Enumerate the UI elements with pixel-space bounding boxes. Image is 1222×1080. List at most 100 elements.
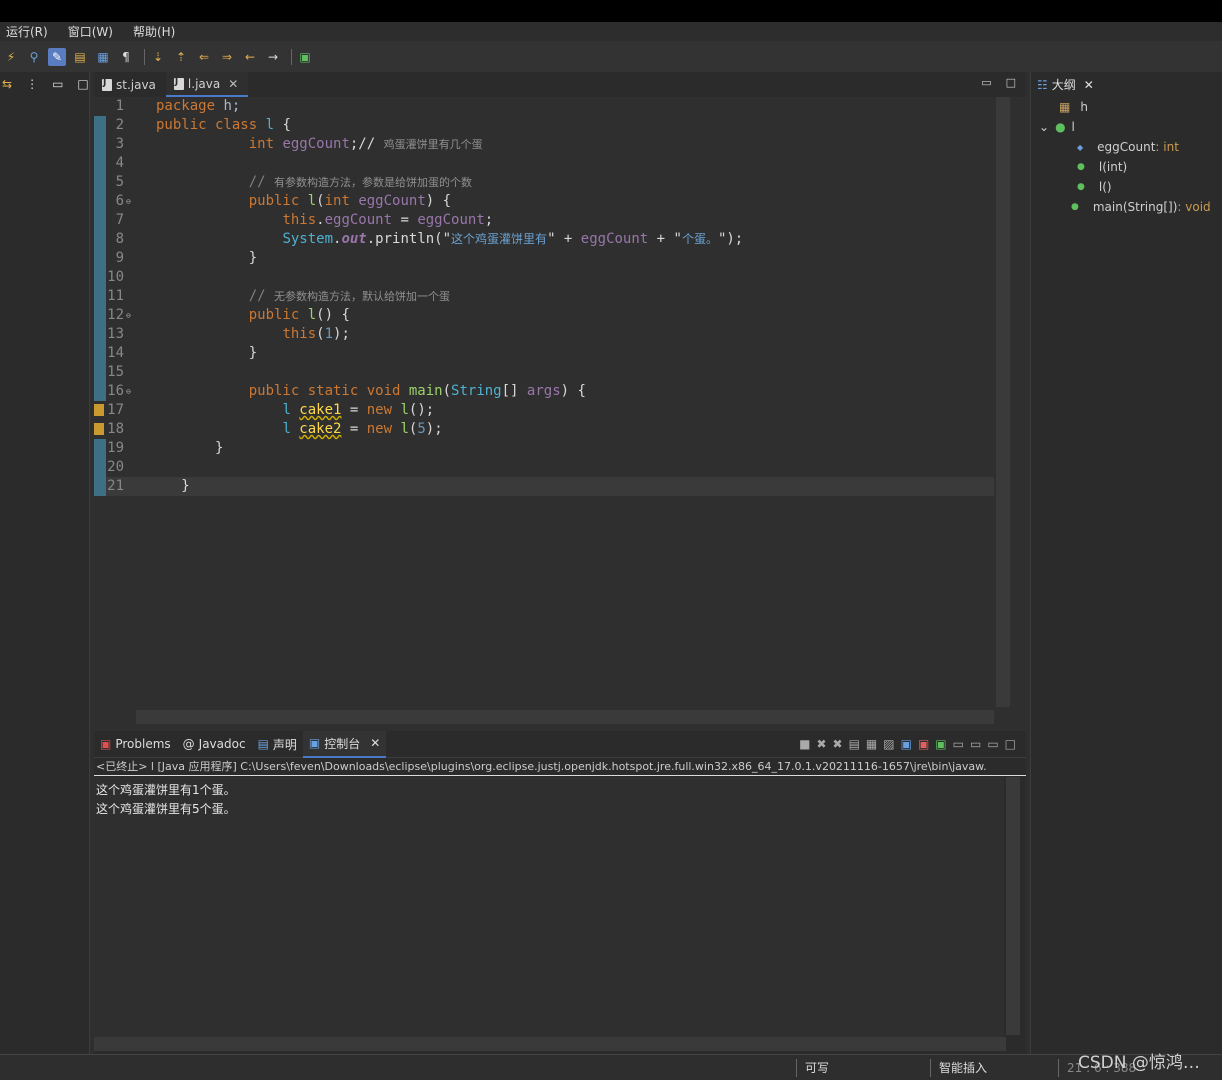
- outline-item-type: : int: [1155, 140, 1179, 154]
- last-edit-icon[interactable]: ⇐: [195, 48, 213, 66]
- code-token: new: [366, 402, 401, 418]
- code-line: 7 this.eggCount = eggCount;: [94, 211, 994, 230]
- outline-class[interactable]: ⌄ ● l: [1031, 117, 1222, 137]
- show-on-output-icon[interactable]: ▣: [901, 737, 912, 751]
- outline-package[interactable]: ▦ h: [1031, 97, 1222, 117]
- prev-annotation-icon[interactable]: ⇡: [172, 48, 190, 66]
- sync-icon[interactable]: ⇆: [2, 77, 12, 91]
- clear-console-icon[interactable]: ▨: [883, 737, 894, 751]
- vertical-scrollbar[interactable]: [1006, 777, 1020, 1035]
- code-text: package h;: [136, 97, 240, 116]
- tab-javadoc[interactable]: @ Javadoc: [177, 731, 252, 758]
- fold-gutter: [126, 135, 136, 154]
- outline-item[interactable]: ● main(String[]) : void: [1031, 197, 1222, 217]
- forward-icon[interactable]: →: [264, 48, 282, 66]
- code-text: System.out.println("这个鸡蛋灌饼里有" + eggCount…: [136, 230, 743, 249]
- pin-console-icon[interactable]: ▣: [935, 737, 946, 751]
- horizontal-scrollbar[interactable]: [136, 710, 994, 724]
- code-token: l: [400, 402, 409, 418]
- change-marker: [94, 135, 106, 154]
- close-icon[interactable]: ✕: [1084, 78, 1094, 92]
- word-wrap-icon[interactable]: ▦: [866, 737, 877, 751]
- outline-item[interactable]: ● l(): [1031, 177, 1222, 197]
- line-number: 18: [94, 420, 126, 439]
- line-number-text: 10: [107, 269, 124, 285]
- change-marker: [94, 230, 106, 249]
- outline-class-label: l: [1071, 120, 1075, 134]
- line-number-text: 12: [107, 307, 124, 323]
- code-line: 14 }: [94, 344, 994, 363]
- line-number-text: 15: [107, 364, 124, 380]
- tool-icon[interactable]: ⚡: [2, 48, 20, 66]
- remove-launch-icon[interactable]: ✖: [816, 737, 826, 751]
- tab-console[interactable]: ▣ 控制台 ✕: [302, 730, 387, 758]
- outline-item[interactable]: ● l(int): [1031, 157, 1222, 177]
- code-token: 无参数构造方法，默认给饼加一个蛋: [274, 290, 451, 303]
- code-token: eggCount: [324, 212, 393, 228]
- forward-edit-icon[interactable]: ⇒: [218, 48, 236, 66]
- fold-icon[interactable]: ⊖: [126, 192, 136, 211]
- console-process-path: <已终止> l [Java 应用程序] C:\Users\feven\Downl…: [94, 758, 1026, 776]
- code-token: ");: [717, 231, 744, 247]
- line-number: 12: [94, 306, 126, 325]
- code-area[interactable]: 1 package h; 2 public class l {3 int eggCou…: [94, 97, 994, 707]
- open-type-icon[interactable]: ⚲: [25, 48, 43, 66]
- code-token: }: [156, 250, 258, 266]
- code-editor: st.java l.java ✕ ▭ □ 1 package h; 2 public …: [94, 72, 1026, 727]
- outline-item-label: l(): [1098, 180, 1112, 194]
- scroll-lock-icon[interactable]: ▤: [849, 737, 860, 751]
- line-number-text: 20: [107, 459, 124, 475]
- vertical-scrollbar[interactable]: [996, 97, 1010, 707]
- code-token: =: [341, 421, 367, 437]
- minimize-icon[interactable]: ▭: [987, 737, 998, 751]
- next-annotation-icon[interactable]: ⇣: [149, 48, 167, 66]
- code-line: 9 }: [94, 249, 994, 268]
- highlight-icon[interactable]: ✎: [48, 47, 66, 66]
- minimize-icon[interactable]: ▭: [52, 77, 63, 91]
- show-whitespace-icon[interactable]: ▦: [94, 48, 112, 66]
- code-token: ) {: [425, 193, 452, 209]
- tab-st-java[interactable]: st.java: [94, 72, 166, 97]
- tab-label: l.java: [187, 76, 221, 91]
- outline-item[interactable]: ◆ eggCount : int: [1031, 137, 1222, 157]
- code-token: ;: [484, 212, 494, 228]
- menu-run[interactable]: 运行(R): [6, 23, 48, 40]
- remove-all-icon[interactable]: ✖: [833, 737, 843, 751]
- code-token: String: [451, 383, 502, 399]
- maximize-icon[interactable]: □: [1005, 737, 1016, 751]
- tab-declaration[interactable]: ▤ 声明: [252, 731, 303, 758]
- fold-icon[interactable]: ⊖: [126, 306, 136, 325]
- close-icon[interactable]: ✕: [228, 77, 238, 91]
- close-icon[interactable]: ✕: [370, 736, 380, 750]
- line-number-text: 2: [115, 117, 124, 133]
- package-icon: ▦: [1059, 100, 1071, 114]
- show-on-error-icon[interactable]: ▣: [918, 737, 929, 751]
- fold-icon[interactable]: ⊖: [126, 382, 136, 401]
- console-output[interactable]: 这个鸡蛋灌饼里有1个蛋。 这个鸡蛋灌饼里有5个蛋。: [94, 777, 1004, 1037]
- block-select-icon[interactable]: ▤: [71, 48, 89, 66]
- maximize-icon[interactable]: □: [1006, 76, 1016, 89]
- new-window-icon[interactable]: ▣: [296, 48, 314, 66]
- paragraph-icon[interactable]: ¶: [117, 48, 135, 66]
- maximize-icon[interactable]: □: [77, 77, 88, 91]
- open-console-icon[interactable]: ▭: [970, 737, 981, 751]
- minimize-icon[interactable]: ▭: [981, 76, 991, 89]
- back-icon[interactable]: ←: [241, 48, 259, 66]
- line-number: 15: [94, 363, 126, 382]
- code-token: int: [324, 193, 359, 209]
- chevron-down-icon[interactable]: ⌄: [1039, 120, 1049, 134]
- code-line: 2 public class l {: [94, 116, 994, 135]
- tab-l-java[interactable]: l.java ✕: [165, 72, 249, 97]
- display-console-icon[interactable]: ▭: [953, 737, 964, 751]
- tab-problems[interactable]: ▣ Problems: [94, 731, 177, 758]
- horizontal-scrollbar[interactable]: [94, 1037, 1006, 1051]
- terminate-icon[interactable]: ■: [799, 737, 810, 751]
- menu-help[interactable]: 帮助(H): [133, 23, 175, 40]
- line-number-text: 9: [115, 250, 124, 266]
- view-menu-icon[interactable]: ⋮: [26, 77, 38, 91]
- menu-window[interactable]: 窗口(W): [68, 23, 113, 40]
- code-token: public static void: [248, 383, 409, 399]
- constructor-icon: ●: [1077, 182, 1085, 192]
